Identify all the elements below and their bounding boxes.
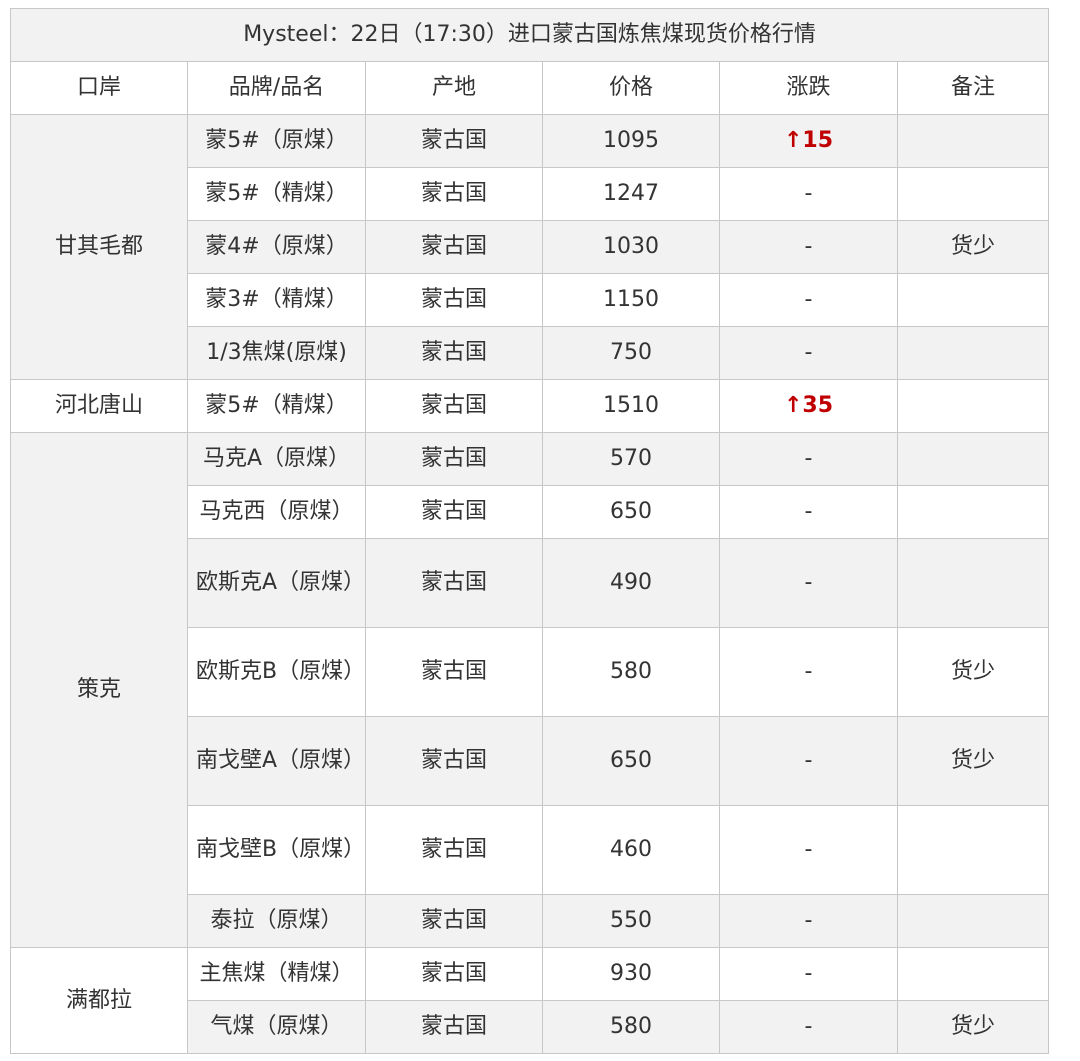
header-origin: 产地 <box>365 61 543 115</box>
port-cell: 河北唐山 <box>10 379 188 433</box>
brand-cell: 南戈壁B（原煤） <box>187 805 366 895</box>
brand-cell: 蒙5#（精煤） <box>187 379 366 433</box>
price-cell: 750 <box>542 326 720 380</box>
price-cell: 580 <box>542 1000 720 1054</box>
origin-cell: 蒙古国 <box>365 894 543 948</box>
brand-cell: 主焦煤（精煤） <box>187 947 366 1001</box>
origin-cell: 蒙古国 <box>365 538 543 628</box>
brand-cell: 蒙5#（原煤） <box>187 114 366 168</box>
price-cell: 930 <box>542 947 720 1001</box>
change-cell: - <box>719 1000 898 1054</box>
price-cell: 1030 <box>542 220 720 274</box>
change-cell: - <box>719 220 898 274</box>
table-title: Mysteel：22日（17:30）进口蒙古国炼焦煤现货价格行情 <box>9 8 1050 62</box>
origin-cell: 蒙古国 <box>365 220 543 274</box>
change-cell: - <box>719 947 898 1001</box>
price-cell: 1510 <box>542 379 720 433</box>
brand-cell: 欧斯克B（原煤） <box>187 627 366 717</box>
note-cell <box>896 167 1050 221</box>
table-row: 河北唐山 蒙5#（精煤） 蒙古国 1510 ↑35 <box>10 379 1050 433</box>
change-cell: - <box>719 485 898 539</box>
brand-cell: 马克A（原煤） <box>187 432 366 486</box>
change-cell: - <box>719 894 898 948</box>
note-cell <box>896 538 1050 628</box>
note-cell <box>896 379 1050 433</box>
note-cell <box>896 273 1050 327</box>
change-cell: - <box>719 538 898 628</box>
origin-cell: 蒙古国 <box>365 432 543 486</box>
table-row: 甘其毛都 蒙5#（原煤） 蒙古国 1095 ↑15 <box>10 114 1050 380</box>
brand-cell: 马克西（原煤） <box>187 485 366 539</box>
origin-cell: 蒙古国 <box>365 1000 543 1054</box>
table-header-row: 口岸 品牌/品名 产地 价格 涨跌 备注 <box>10 61 1050 115</box>
origin-cell: 蒙古国 <box>365 379 543 433</box>
table-row: 满都拉 主焦煤（精煤） 蒙古国 930 - <box>10 947 1050 1054</box>
price-cell: 580 <box>542 627 720 717</box>
note-cell <box>896 485 1050 539</box>
price-cell: 490 <box>542 538 720 628</box>
port-cell: 满都拉 <box>10 947 188 1054</box>
change-cell: - <box>719 432 898 486</box>
brand-cell: 蒙5#（精煤） <box>187 167 366 221</box>
change-cell: - <box>719 627 898 717</box>
note-cell <box>896 805 1050 895</box>
price-cell: 1095 <box>542 114 720 168</box>
price-cell: 570 <box>542 432 720 486</box>
note-cell: 货少 <box>896 220 1050 274</box>
note-cell <box>896 326 1050 380</box>
price-cell: 1150 <box>542 273 720 327</box>
change-cell: - <box>719 716 898 806</box>
header-price: 价格 <box>542 61 720 115</box>
origin-cell: 蒙古国 <box>365 273 543 327</box>
brand-cell: 蒙4#（原煤） <box>187 220 366 274</box>
origin-cell: 蒙古国 <box>365 485 543 539</box>
brand-cell: 1/3焦煤(原煤) <box>187 326 366 380</box>
note-cell: 货少 <box>896 716 1050 806</box>
brand-cell: 南戈壁A（原煤） <box>187 716 366 806</box>
header-brand: 品牌/品名 <box>187 61 366 115</box>
port-cell: 策克 <box>10 432 188 948</box>
table-row: 策克 马克A（原煤） 蒙古国 570 - <box>10 432 1050 948</box>
change-cell: - <box>719 805 898 895</box>
change-cell: ↑35 <box>719 379 898 433</box>
price-cell: 650 <box>542 485 720 539</box>
change-cell: - <box>719 326 898 380</box>
origin-cell: 蒙古国 <box>365 326 543 380</box>
note-cell <box>896 947 1050 1001</box>
header-port: 口岸 <box>10 61 188 115</box>
brand-cell: 欧斯克A（原煤） <box>187 538 366 628</box>
price-cell: 650 <box>542 716 720 806</box>
note-cell: 货少 <box>896 1000 1050 1054</box>
note-cell <box>896 432 1050 486</box>
change-cell: - <box>719 167 898 221</box>
price-cell: 1247 <box>542 167 720 221</box>
note-cell <box>896 894 1050 948</box>
note-cell <box>896 114 1050 168</box>
port-cell: 甘其毛都 <box>10 114 188 380</box>
brand-cell: 蒙3#（精煤） <box>187 273 366 327</box>
origin-cell: 蒙古国 <box>365 627 543 717</box>
origin-cell: 蒙古国 <box>365 167 543 221</box>
header-change: 涨跌 <box>719 61 898 115</box>
price-cell: 550 <box>542 894 720 948</box>
change-cell: ↑15 <box>719 114 898 168</box>
price-cell: 460 <box>542 805 720 895</box>
origin-cell: 蒙古国 <box>365 716 543 806</box>
table-title-row: Mysteel：22日（17:30）进口蒙古国炼焦煤现货价格行情 <box>9 8 1050 62</box>
change-cell: - <box>719 273 898 327</box>
price-table: Mysteel：22日（17:30）进口蒙古国炼焦煤现货价格行情 口岸 品牌/品… <box>9 8 1050 1054</box>
origin-cell: 蒙古国 <box>365 114 543 168</box>
header-note: 备注 <box>896 61 1050 115</box>
origin-cell: 蒙古国 <box>365 947 543 1001</box>
brand-cell: 泰拉（原煤） <box>187 894 366 948</box>
brand-cell: 气煤（原煤） <box>187 1000 366 1054</box>
note-cell: 货少 <box>896 627 1050 717</box>
origin-cell: 蒙古国 <box>365 805 543 895</box>
